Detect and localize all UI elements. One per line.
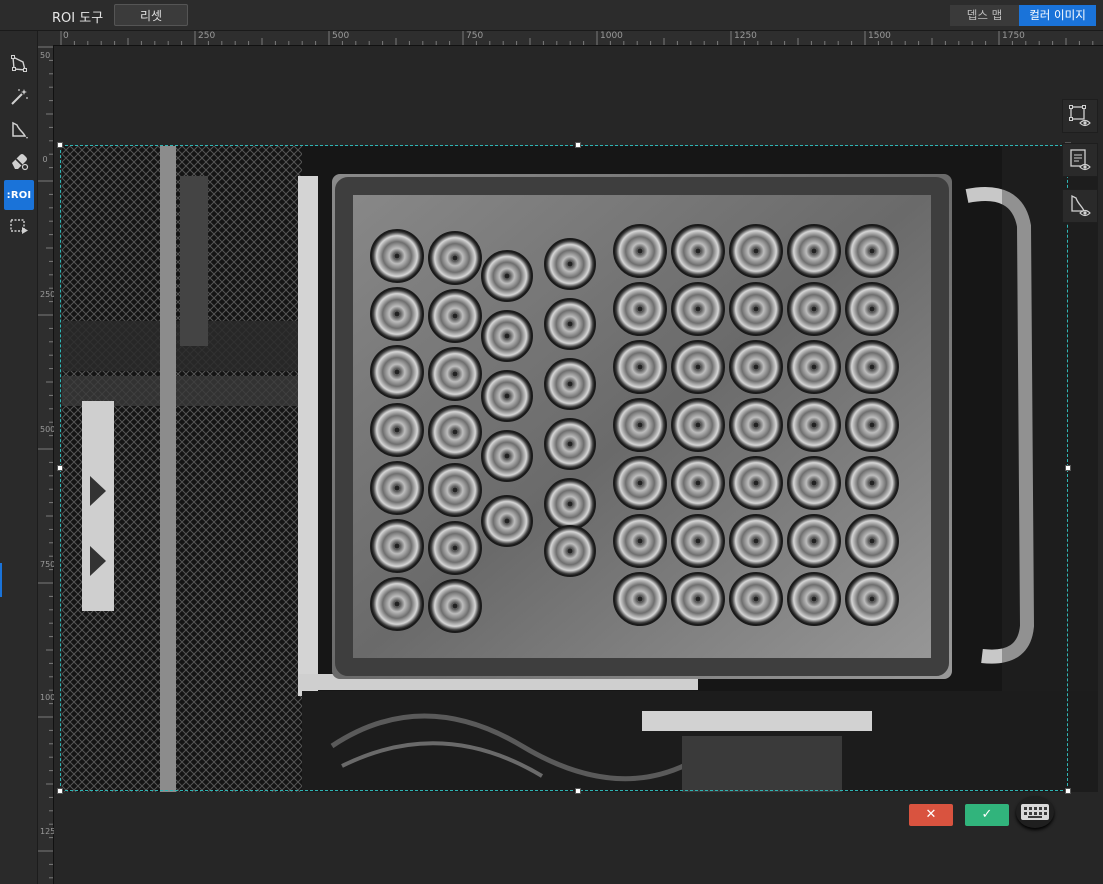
ruler-top-label: 250 [198, 31, 216, 41]
roi-handle-bottom[interactable] [575, 788, 581, 794]
roi-selection[interactable] [60, 145, 1068, 791]
color-image-tab[interactable]: 컬러 이미지 [1019, 5, 1096, 26]
ruler-left-label: 1000 [40, 693, 61, 702]
roi-handle-left[interactable] [57, 465, 63, 471]
keyboard-button[interactable] [1016, 796, 1054, 828]
ruler-top-label: 750 [466, 31, 484, 41]
eraser-tool-button[interactable] [4, 146, 34, 176]
magic-wand-icon [11, 89, 28, 105]
roi-handle-top-left[interactable] [57, 142, 63, 148]
ruler-left-label: 50 [40, 51, 51, 60]
keyboard-icon [1021, 804, 1049, 820]
lasso-tool-button[interactable] [4, 115, 34, 145]
view-toggle: 뎁스 맵 컬러 이미지 [950, 5, 1096, 26]
ruler-left: 50 0 250 500 750 1000 1250 [38, 45, 61, 884]
top-bar: ROI 도구 리셋 뎁스 맵 컬러 이미지 [0, 0, 1103, 31]
ruler-left-label: 500 [40, 425, 56, 434]
panel-edge-indicator [0, 563, 2, 597]
ruler-top: 0 250 500 750 1000 1250 1500 1750 [54, 31, 1103, 46]
lasso-view-icon [1071, 194, 1091, 217]
ruler-top-label: 1250 [734, 31, 757, 41]
ruler-top-label: 500 [332, 31, 350, 41]
depth-map-tab[interactable]: 뎁스 맵 [950, 5, 1019, 26]
page-title: ROI 도구 [52, 11, 104, 26]
ruler-left-label: 750 [40, 560, 56, 569]
polygon-tool-button[interactable] [4, 49, 34, 79]
ruler-left-label: 1250 [40, 827, 61, 836]
cancel-button[interactable]: ✕ [909, 804, 953, 826]
left-toolbar: :ROI [0, 31, 38, 884]
roi-handle-right[interactable] [1065, 465, 1071, 471]
lasso-view-button[interactable] [1062, 189, 1098, 223]
eraser-icon [12, 154, 29, 171]
ruler-top-label: 1500 [868, 31, 891, 41]
roi-handle-top[interactable] [575, 142, 581, 148]
ruler-left-label: 0 [42, 155, 48, 164]
confirm-button[interactable]: ✓ [965, 804, 1009, 826]
list-view-icon [1070, 149, 1091, 171]
roi-play-tool-button[interactable] [4, 211, 34, 241]
roi-play-icon [10, 219, 28, 234]
roi-handle-bottom-right[interactable] [1065, 788, 1071, 794]
ruler-corner [38, 31, 54, 45]
lasso-icon [12, 121, 28, 139]
ruler-top-label: 1000 [600, 31, 623, 41]
polygon-view-icon [1069, 105, 1091, 127]
list-view-button[interactable] [1062, 143, 1098, 177]
reset-button[interactable]: 리셋 [114, 4, 188, 26]
roi-tool-button[interactable]: :ROI [4, 180, 34, 210]
polygon-view-button[interactable] [1062, 99, 1098, 133]
polygon-icon [11, 55, 27, 72]
ruler-top-label: 0 [63, 31, 69, 41]
ruler-left-ticks [38, 46, 53, 879]
ruler-top-label: 1750 [1002, 31, 1025, 41]
roi-handle-bottom-left[interactable] [57, 788, 63, 794]
ruler-left-label: 250 [40, 290, 56, 299]
roi-icon: :ROI [6, 189, 32, 201]
magic-wand-tool-button[interactable] [4, 82, 34, 112]
